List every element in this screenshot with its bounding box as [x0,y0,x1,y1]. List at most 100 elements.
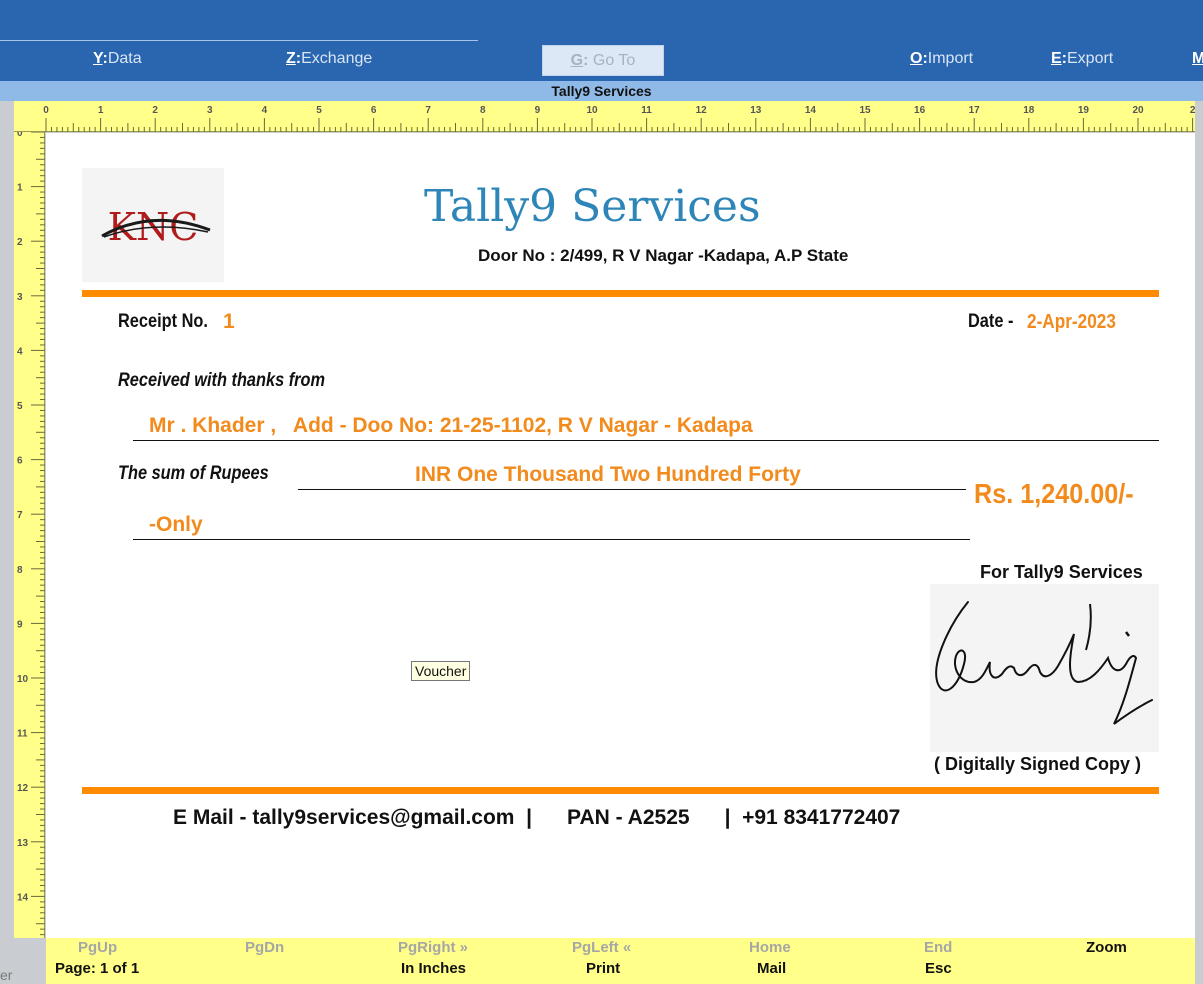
ruler-top-label: 2 [1190,105,1195,116]
ruler-top-label: 2 [152,105,158,116]
sum-label: The sum of Rupees [118,463,269,484]
ruler-top-label: 5 [316,105,322,116]
ruler-left-label: 0 [17,132,23,139]
menu-exchange-key: Z [286,50,296,67]
right-margin [1195,101,1203,984]
menu-exchange-label: Exchange [301,50,373,67]
ruler-top-label: 11 [641,105,652,116]
ruler-left-label: 4 [17,346,23,357]
menu-import-label: Import [927,50,974,67]
knc-logo-icon: KNC [101,205,211,249]
signature [930,584,1159,752]
ruler-top-label: 6 [371,105,377,116]
header-rule [82,290,1159,297]
bottom-button-bar: PgUp PgDn PgRight » PgLeft « Home End Zo… [46,938,1195,984]
company-logo: KNC [82,168,224,282]
left-margin: er [0,101,14,984]
window-title: Tally9 Services [0,81,1203,101]
ruler-top-label: 8 [480,105,486,116]
ruler-left-label: 11 [17,729,28,740]
ruler-top-label: 14 [805,105,817,116]
menu-export-label: Export [1067,50,1114,67]
horizontal-ruler: 0 1 2 3 4 5 6 7 8 9 10 11 12 13 14 15 16 17 18 19 20 2 [14,101,1195,132]
company-name: Tally9 Services [424,181,761,232]
pgleft-button[interactable]: PgLeft « [572,939,631,956]
ruler-left-label: 8 [17,565,23,576]
menu-more[interactable]: M [1192,50,1203,68]
vertical-ruler-graphic: 01234567891011121314 [17,132,45,936]
menu-data-label: Data [107,50,142,67]
menu-exchange[interactable]: Z:Exchange [286,50,372,68]
receipt-no-value: 1 [223,310,235,333]
signature-icon [935,601,1153,725]
mail-button[interactable]: Mail [757,960,786,977]
menu-export[interactable]: E:Export [1051,50,1113,68]
received-from-value: Mr . Khader , Add - Doo No: 21-25-1102, … [149,414,753,437]
ruler-top-label: 0 [43,105,49,116]
zoom-button[interactable]: Zoom [1086,939,1127,956]
horizontal-ruler-graphic: 0 1 2 3 4 5 6 7 8 9 10 11 12 13 14 15 16 17 18 19 20 2 [43,105,1195,132]
ruler-top-label: 7 [425,105,431,116]
tally-print-preview-window: Y:Data Z:Exchange G: Go To O:Import E:Ex… [0,0,1203,984]
amount-words-value: INR One Thousand Two Hundred Forty [415,463,801,486]
ruler-top-label: 4 [262,105,268,116]
contact-footer: E Mail - tally9services@gmail.com | PAN … [173,806,901,829]
pgup-button[interactable]: PgUp [78,939,117,956]
menu-import[interactable]: O:Import [910,50,973,68]
menu-export-key: E [1051,50,1062,67]
ruler-top-label: 20 [1132,105,1144,116]
in-inches-button[interactable]: In Inches [401,960,466,977]
ruler-left-label: 14 [17,892,29,903]
ruler-left-label: 12 [17,783,29,794]
ruler-left-label: 7 [17,510,23,521]
menu-import-key: O [910,50,923,67]
receipt-no-label: Receipt No. [118,311,208,332]
ruler-top-label: 18 [1023,105,1035,116]
ruler-left-label: 10 [17,674,29,685]
ruler-left-label: 6 [17,456,23,467]
receipt-page: KNC Tally9 Services Door No : 2/499, R V… [46,133,1195,938]
only-underline [133,539,970,540]
digitally-signed-note: ( Digitally Signed Copy ) [934,754,1142,774]
ruler-top-label: 13 [750,105,762,116]
for-company-label: For Tally9 Services [980,562,1143,582]
vertical-ruler: 0 1 2 3 4 5 6 7 8 9 10 11 12 13 14 [14,132,45,938]
amount-words-continued: -Only [149,513,203,536]
pgdn-button[interactable]: PgDn [245,939,284,956]
menu-goto-label: Go To [592,52,636,69]
ruler-top-label: 3 [207,105,213,116]
amount-figure: Rs. 1,240.00/- [974,478,1134,509]
ruler-top-label: 16 [914,105,926,116]
print-button[interactable]: Print [586,960,620,977]
home-button[interactable]: Home [749,939,791,956]
menu-goto-key: G [570,52,584,69]
ruler-top-label: 10 [586,105,598,116]
ruler-top-label: 9 [535,105,541,116]
voucher-tooltip: Voucher [411,661,471,681]
footer-rule [82,787,1159,794]
esc-button[interactable]: Esc [925,960,952,977]
company-address: Door No : 2/499, R V Nagar -Kadapa, A.P … [478,246,849,265]
ruler-left-label: 13 [17,838,29,849]
ruler-top-label: 12 [696,105,708,116]
date-value: 2-Apr-2023 [1027,311,1116,333]
ruler-left-label: 1 [17,183,23,194]
ruler-top-label: 1 [98,105,104,116]
cut-off-text: er [0,967,13,983]
ruler-left-label: 9 [17,619,23,630]
received-label: Received with thanks from [118,370,326,391]
received-underline [133,440,1159,441]
menu-goto[interactable]: G: Go To [542,45,664,76]
menu-more-key: M [1192,50,1203,67]
ruler-left-label: 5 [17,401,23,412]
end-button[interactable]: End [924,939,952,956]
toolbar-divider [0,40,478,41]
menu-data[interactable]: Y:Data [93,50,142,68]
top-toolbar: Y:Data Z:Exchange G: Go To O:Import E:Ex… [0,0,1203,81]
ruler-top-label: 17 [969,105,981,116]
ruler-left-label: 2 [17,237,23,248]
date-label: Date - [968,311,1014,332]
ruler-top-label: 19 [1078,105,1090,116]
ruler-top-label: 15 [859,105,871,116]
pgright-button[interactable]: PgRight » [398,939,468,956]
